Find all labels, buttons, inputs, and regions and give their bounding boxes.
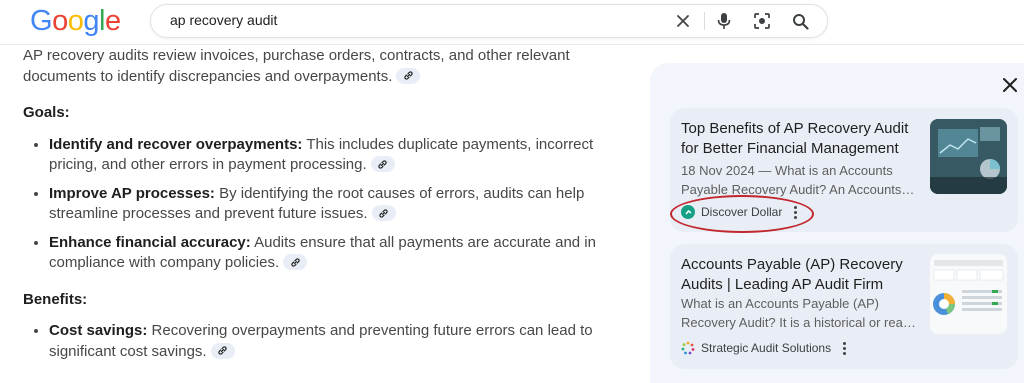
list-item: Enhance financial accuracy: Audits ensur… [49,233,613,274]
clear-icon[interactable] [672,10,694,32]
source-card-snippet: 18 Nov 2024 — What is an Accounts Payabl… [681,161,921,199]
source-card[interactable]: Accounts Payable (AP) Recovery Audits | … [670,244,1018,369]
goals-heading: Goals: [23,104,70,121]
list-item: Cost savings: Recovering overpayments an… [49,321,613,362]
list-item: Identify and recover overpayments: This … [49,135,613,176]
logo-letter: g [83,5,99,37]
ai-overview-content: AP recovery audits review invoices, purc… [23,46,613,370]
logo-letter: o [52,5,68,37]
goals-list: Identify and recover overpayments: This … [23,135,613,274]
source-thumbnail[interactable] [930,254,1007,334]
list-item-term: Enhance financial accuracy: [49,233,251,251]
list-item-term: Cost savings: [49,322,148,339]
snippet-line: 18 Nov 2024 — What is an Accounts [681,163,893,178]
link-icon[interactable] [371,205,396,222]
search-divider [704,12,705,30]
link-icon[interactable] [210,342,235,359]
logo-letter: o [67,5,84,37]
search-icon[interactable] [789,10,811,32]
strategic-audit-favicon [681,341,695,355]
benefits-heading: Benefits: [23,290,88,308]
snippet-line: What is an Accounts Payable (AP) [681,296,879,311]
mic-icon[interactable] [713,10,735,32]
lens-icon[interactable] [751,10,773,32]
intro-paragraph: AP recovery audits review invoices, purc… [23,46,613,87]
search-input[interactable]: ap recovery audit [170,12,277,28]
source-name: Strategic Audit Solutions [701,341,832,355]
link-icon[interactable] [370,156,395,173]
highlight-ellipse [670,195,814,233]
logo-letter: G [30,5,53,37]
source-card-title[interactable]: Top Benefits of AP Recovery Audit for Be… [681,119,916,158]
close-icon[interactable] [1001,76,1019,94]
intro-text: AP recovery audits review invoices, purc… [23,47,570,85]
list-item-term: Identify and recover overpayments: [49,135,303,153]
source-thumbnail[interactable] [930,119,1007,194]
source-attribution[interactable]: Strategic Audit Solutions [681,341,847,355]
search-box[interactable]: ap recovery audit [150,4,828,38]
list-item-term: Improve AP processes: [49,184,215,202]
list-item: Improve AP processes: By identifying the… [49,184,613,225]
header-bar: Google ap recovery audit [0,0,1024,45]
benefits-list: Cost savings: Recovering overpayments an… [23,321,613,362]
google-logo[interactable]: Google [30,5,121,38]
logo-letter: e [104,5,121,37]
link-icon[interactable] [396,67,421,84]
more-options-icon[interactable] [843,341,847,355]
snippet-line: Recovery Audit? It is a historical or re… [681,315,916,330]
source-card-snippet: What is an Accounts Payable (AP) Recover… [681,294,921,332]
link-icon[interactable] [283,254,308,271]
source-card-title[interactable]: Accounts Payable (AP) Recovery Audits | … [681,255,916,294]
